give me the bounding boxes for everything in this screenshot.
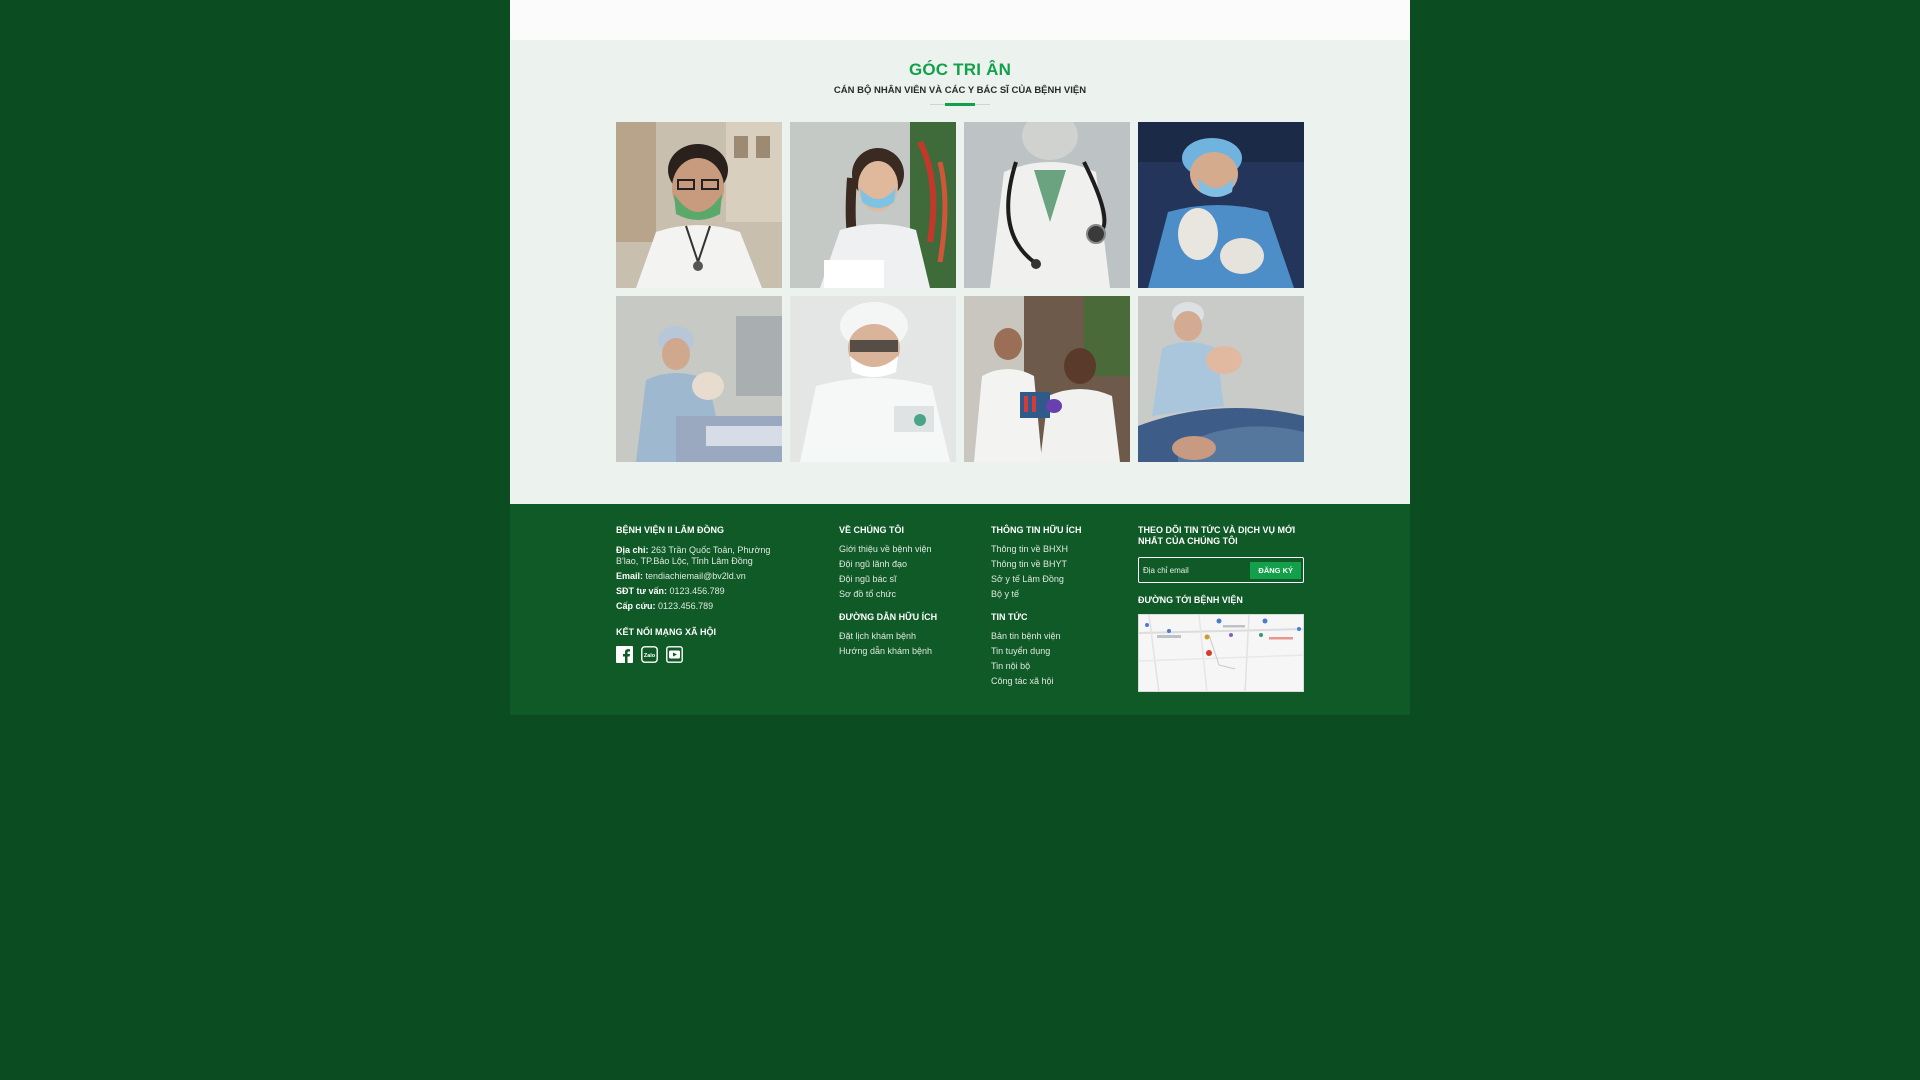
link-bhxh[interactable]: Thông tin về BHXH xyxy=(991,542,1121,557)
photo-doctor-stethoscope[interactable] xyxy=(964,122,1130,288)
location-map[interactable] xyxy=(1138,614,1304,692)
link-exam-guide[interactable]: Hướng dẫn khám bệnh xyxy=(839,644,979,659)
newsletter-form: ĐĂNG KÝ xyxy=(1138,557,1304,583)
link-bhyt[interactable]: Thông tin về BHYT xyxy=(991,557,1121,572)
photo-lab-researchers[interactable] xyxy=(964,296,1130,462)
link-leadership[interactable]: Đội ngũ lãnh đạo xyxy=(839,557,979,572)
link-doctors[interactable]: Đội ngũ bác sĩ xyxy=(839,572,979,587)
facebook-icon[interactable] xyxy=(616,646,633,663)
link-health-dept[interactable]: Sở y tế Lâm Đồng xyxy=(991,572,1121,587)
social-heading: KẾT NỐI MẠNG XÃ HỘI xyxy=(616,627,717,637)
about-heading: VỀ CHÚNG TÔI xyxy=(839,525,905,535)
photo-grid xyxy=(616,122,1304,462)
photo-doctor-green-mask[interactable] xyxy=(616,122,782,288)
gratitude-section: GÓC TRI ÂN CÁN BỘ NHÂN VIÊN VÀ CÁC Y BÁC… xyxy=(510,40,1410,504)
photo-delivery-room[interactable] xyxy=(1138,296,1304,462)
phone-link[interactable]: 0123.456.789 xyxy=(670,586,725,596)
photo-surgeon-gloves[interactable] xyxy=(1138,122,1304,288)
emergency-phone-link[interactable]: 0123.456.789 xyxy=(658,601,713,611)
youtube-icon[interactable] xyxy=(666,646,683,663)
useful-info-heading: THÔNG TIN HỮU ÍCH xyxy=(991,525,1082,535)
footer-about: VỀ CHÚNG TÔI Giới thiệu về bệnh viện Đội… xyxy=(839,525,979,659)
email-input[interactable] xyxy=(1143,565,1251,575)
zalo-icon[interactable]: Zalo xyxy=(641,646,658,663)
photo-nurse-blue-mask[interactable] xyxy=(790,122,956,288)
footer-subscribe: THEO DÕI TIN TỨC VÀ DỊCH VỤ MỚI NHẤT CỦA… xyxy=(1138,525,1304,692)
link-social-work[interactable]: Công tác xã hội xyxy=(991,674,1121,689)
photo-surgery-team[interactable] xyxy=(616,296,782,462)
news-heading: TIN TỨC xyxy=(991,612,1028,622)
page-content: GÓC TRI ÂN CÁN BỘ NHÂN VIÊN VÀ CÁC Y BÁC… xyxy=(510,0,1410,504)
title-divider xyxy=(930,103,990,107)
hospital-address: Địa chỉ: 263 Trần Quốc Toản, Phường B'la… xyxy=(616,545,771,566)
social-links: Zalo xyxy=(616,646,816,663)
photo-surgeon-cap[interactable] xyxy=(790,296,956,462)
link-org-chart[interactable]: Sơ đồ tổ chức xyxy=(839,587,979,602)
link-about-hospital[interactable]: Giới thiệu về bệnh viện xyxy=(839,542,979,557)
guides-heading: ĐƯỜNG DẪN HỮU ÍCH xyxy=(839,612,938,622)
link-book-appointment[interactable]: Đặt lịch khám bệnh xyxy=(839,629,979,644)
hospital-phone: SĐT tư vấn: 0123.456.789 xyxy=(616,586,725,596)
svg-text:Zalo: Zalo xyxy=(644,653,656,659)
link-ministry-health[interactable]: Bộ y tế xyxy=(991,587,1121,602)
footer-useful-info: THÔNG TIN HỮU ÍCH Thông tin về BHXH Thôn… xyxy=(991,525,1121,689)
map-heading: ĐƯỜNG TỚI BỆNH VIỆN xyxy=(1138,595,1243,605)
footer-hospital-info: BỆNH VIỆN II LÂM ĐỒNG Địa chỉ: 263 Trần … xyxy=(616,525,816,663)
hospital-name: BỆNH VIỆN II LÂM ĐỒNG xyxy=(616,525,725,535)
site-footer: BỆNH VIỆN II LÂM ĐỒNG Địa chỉ: 263 Trần … xyxy=(510,504,1410,715)
section-title: GÓC TRI ÂN xyxy=(908,60,1012,79)
link-recruitment[interactable]: Tin tuyển dụng xyxy=(991,644,1121,659)
email-link[interactable]: tendiachiemail@bv2ld.vn xyxy=(646,571,746,581)
hospital-email: Email: tendiachiemail@bv2ld.vn xyxy=(616,571,746,581)
link-internal-news[interactable]: Tin nội bộ xyxy=(991,659,1121,674)
link-hospital-news[interactable]: Bản tin bệnh viện xyxy=(991,629,1121,644)
subscribe-heading: THEO DÕI TIN TỨC VÀ DỊCH VỤ MỚI NHẤT CỦA… xyxy=(1138,525,1296,546)
subscribe-button[interactable]: ĐĂNG KÝ xyxy=(1250,561,1301,579)
top-strip xyxy=(510,0,1410,40)
hospital-emergency: Cấp cứu: 0123.456.789 xyxy=(616,601,714,611)
section-subtitle: CÁN BỘ NHÂN VIÊN VÀ CÁC Y BÁC SĨ CỦA BỆN… xyxy=(833,85,1087,96)
